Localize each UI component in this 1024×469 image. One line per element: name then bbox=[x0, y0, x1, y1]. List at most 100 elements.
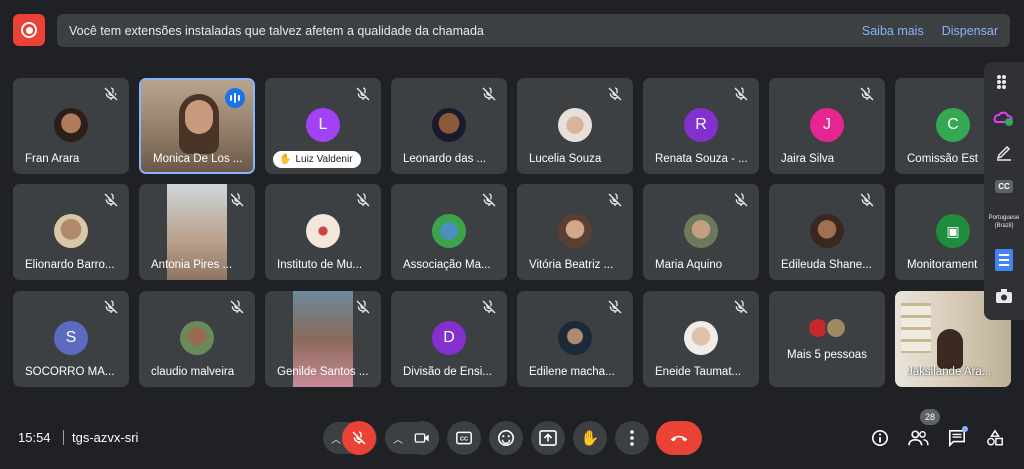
participant-name: Comissão Esta bbox=[907, 153, 978, 165]
meeting-info-button[interactable] bbox=[868, 426, 892, 450]
participant-name: Leonardo das ... bbox=[403, 153, 487, 165]
participant-tile[interactable]: L ✋ Luiz Valdenir bbox=[265, 78, 381, 174]
info-icon bbox=[871, 429, 889, 447]
activities-button[interactable] bbox=[983, 426, 1007, 450]
participant-name: claudio malveira bbox=[151, 366, 235, 378]
participant-tile[interactable]: Antonia Pires ... bbox=[139, 184, 255, 280]
mic-off-icon bbox=[608, 193, 622, 207]
raise-hand-button[interactable]: ✋ bbox=[573, 421, 607, 455]
learn-more-link[interactable]: Saiba mais bbox=[862, 24, 924, 38]
more-options-button[interactable] bbox=[615, 421, 649, 455]
avatar: S bbox=[54, 321, 88, 355]
more-participants-tile[interactable]: Mais 5 pessoas bbox=[769, 291, 885, 387]
mic-off-icon bbox=[356, 300, 370, 314]
participant-tile[interactable]: ▣ Monitorament bbox=[895, 184, 984, 280]
mic-off-icon bbox=[482, 300, 496, 314]
participant-name: Vitória Beatriz ... bbox=[529, 259, 614, 271]
participant-tile[interactable]: Associação Ma... bbox=[391, 184, 507, 280]
weather-extension-icon[interactable] bbox=[984, 106, 1024, 130]
shapes-icon bbox=[987, 429, 1003, 446]
mic-off-icon bbox=[860, 87, 874, 101]
closed-captions-icon: CC bbox=[456, 431, 472, 445]
leave-call-button[interactable] bbox=[656, 421, 702, 455]
apps-grid-icon[interactable] bbox=[984, 70, 1024, 94]
avatar bbox=[558, 214, 592, 248]
participant-name: Edileuda Shane... bbox=[781, 259, 872, 271]
dismiss-link[interactable]: Dispensar bbox=[942, 24, 998, 38]
mic-off-icon bbox=[230, 193, 244, 207]
participant-name: Antonia Pires ... bbox=[151, 259, 233, 271]
participant-tile[interactable]: Fran Arara bbox=[13, 78, 129, 174]
participant-name: Lucelia Souza bbox=[529, 153, 602, 165]
language-label[interactable]: Portuguese (Brazil) bbox=[984, 210, 1024, 234]
participant-tile-speaking[interactable]: Monica De Los ... bbox=[139, 78, 255, 174]
participant-tile[interactable]: Edileuda Shane... bbox=[769, 184, 885, 280]
chevron-up-icon[interactable]: ︿ bbox=[393, 431, 403, 446]
avatar bbox=[54, 214, 88, 248]
participant-tile[interactable]: Instituto de Mu... bbox=[265, 184, 381, 280]
participant-tile[interactable]: C Comissão Esta bbox=[895, 78, 984, 174]
participant-name: Maria Aquino bbox=[655, 259, 723, 271]
name-chip: ✋ Luiz Valdenir bbox=[273, 151, 361, 168]
participant-name: Eneide Taumat... bbox=[655, 366, 742, 378]
camera-icon[interactable] bbox=[984, 284, 1024, 308]
chat-button[interactable] bbox=[945, 426, 969, 450]
avatar bbox=[684, 321, 718, 355]
participant-tile[interactable]: Eneide Taumat... bbox=[643, 291, 759, 387]
more-vert-icon bbox=[630, 430, 634, 446]
reactions-button[interactable] bbox=[489, 421, 523, 455]
participant-tile[interactable]: Elionardo Barro... bbox=[13, 184, 129, 280]
present-screen-button[interactable] bbox=[531, 421, 565, 455]
mic-off-icon bbox=[608, 300, 622, 314]
mic-off-icon bbox=[734, 300, 748, 314]
record-icon bbox=[21, 22, 37, 38]
participant-name: Jaira Silva bbox=[781, 153, 835, 165]
participant-name: Jaksilande Ara... bbox=[907, 366, 992, 378]
mic-off-icon bbox=[482, 193, 496, 207]
avatar: R bbox=[684, 108, 718, 142]
avatar bbox=[306, 214, 340, 248]
participant-tile[interactable]: Vitória Beatriz ... bbox=[517, 184, 633, 280]
svg-text:CC: CC bbox=[460, 436, 468, 442]
participant-tile[interactable]: claudio malveira bbox=[139, 291, 255, 387]
avatar bbox=[54, 108, 88, 142]
avatar bbox=[558, 108, 592, 142]
mic-toggle-button[interactable] bbox=[342, 421, 376, 455]
mic-off-icon bbox=[356, 193, 370, 207]
captions-icon[interactable]: CC bbox=[984, 176, 1024, 196]
docs-icon[interactable] bbox=[984, 248, 1024, 272]
emoji-icon bbox=[497, 429, 515, 447]
monitor-icon: ▣ bbox=[936, 214, 970, 248]
avatar: L bbox=[306, 108, 340, 142]
participant-tile[interactable]: J Jaira Silva bbox=[769, 78, 885, 174]
participant-tile[interactable]: S SOCORRO MA... bbox=[13, 291, 129, 387]
pen-icon[interactable] bbox=[984, 140, 1024, 164]
participant-tile[interactable]: Edilene macha... bbox=[517, 291, 633, 387]
mic-off-icon bbox=[860, 193, 874, 207]
camera-toggle-button[interactable] bbox=[405, 421, 439, 455]
present-icon bbox=[539, 430, 557, 446]
call-end-icon bbox=[670, 435, 688, 442]
mic-off-icon bbox=[482, 87, 496, 101]
participant-tile[interactable]: Maria Aquino bbox=[643, 184, 759, 280]
recording-button[interactable] bbox=[13, 14, 45, 46]
avatar bbox=[810, 214, 844, 248]
notification-dot bbox=[962, 426, 968, 432]
participant-tile[interactable]: D Divisão de Ensi... bbox=[391, 291, 507, 387]
mic-off-icon bbox=[734, 193, 748, 207]
participant-tile[interactable]: Leonardo das ... bbox=[391, 78, 507, 174]
side-toolbar: CC Portuguese (Brazil) bbox=[984, 62, 1024, 320]
meeting-code[interactable]: tgs-azvx-sri bbox=[72, 430, 138, 445]
participant-tile[interactable]: Lucelia Souza bbox=[517, 78, 633, 174]
people-icon bbox=[908, 430, 929, 446]
mic-off-icon bbox=[230, 300, 244, 314]
mic-off-icon bbox=[104, 193, 118, 207]
chevron-up-icon[interactable]: ︿ bbox=[331, 431, 341, 446]
participant-tile[interactable]: R Renata Souza - ... bbox=[643, 78, 759, 174]
speaking-indicator-icon bbox=[225, 88, 245, 108]
avatar: J bbox=[810, 108, 844, 142]
participant-tile[interactable]: Genilde Santos ... bbox=[265, 291, 381, 387]
participants-button[interactable] bbox=[906, 426, 930, 450]
captions-button[interactable]: CC bbox=[447, 421, 481, 455]
avatar: D bbox=[432, 321, 466, 355]
